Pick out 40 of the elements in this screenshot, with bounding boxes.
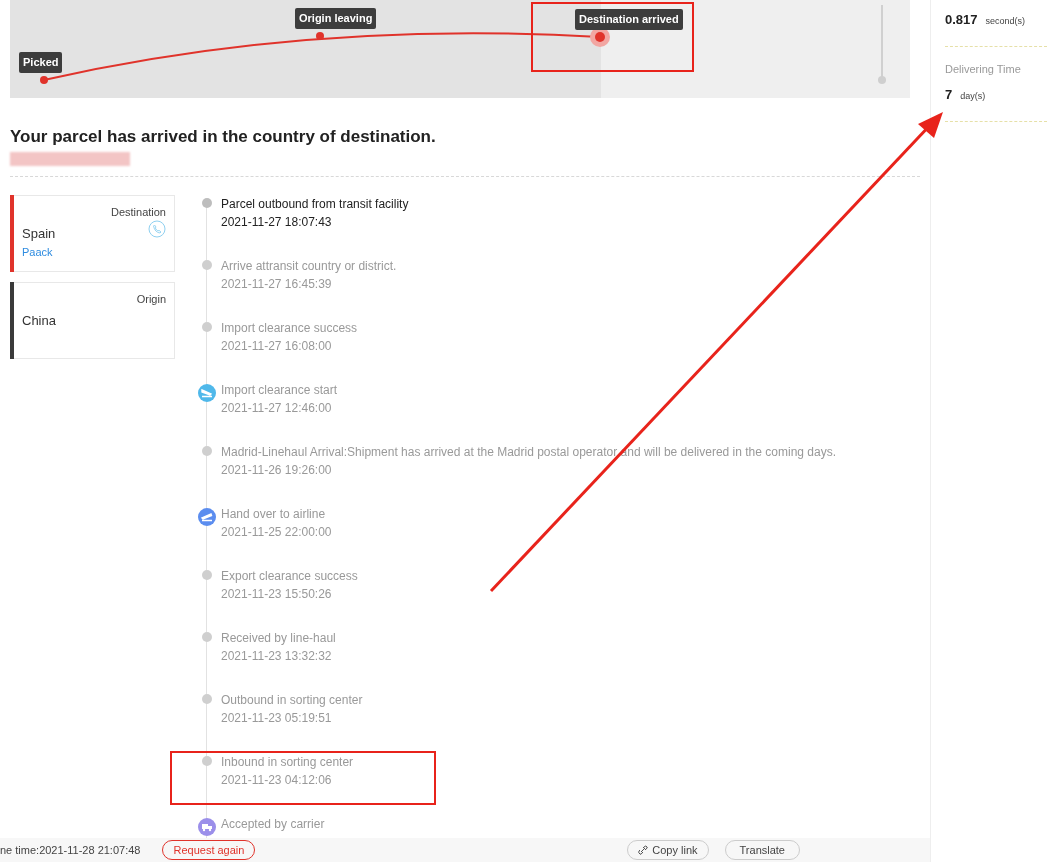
event-title: Inbound in sorting center (221, 753, 354, 771)
stat-unit: day(s) (960, 90, 986, 103)
truck-icon (198, 817, 216, 836)
country-name: Spain (22, 225, 56, 243)
stat-value: 7 (945, 86, 953, 104)
carrier-link[interactable]: Paack (22, 243, 56, 260)
place-caption: Origin (136, 291, 166, 307)
event-title: Arrive attransit country or district. (221, 257, 397, 275)
event-time: 2021-11-26 19:26:00 (221, 461, 333, 479)
event-title: Parcel outbound from transit facility (221, 195, 409, 213)
event-time: 2021-11-23 13:32:32 (221, 647, 333, 665)
event-time: 2021-11-27 12:46:00 (221, 399, 333, 417)
event-title: Import clearance success (221, 319, 358, 337)
link-icon (638, 845, 649, 855)
plane-icon (198, 507, 216, 526)
status-heading: Your parcel has arrived in the country of destination. (10, 126, 437, 148)
event-title: Outbound in sorting center (221, 691, 363, 709)
event-time: 2021-11-27 16:08:00 (221, 337, 333, 355)
stop-label: Picked (19, 52, 63, 73)
event-time: 2021-11-27 16:45:39 (221, 275, 333, 293)
place-caption: Destination (110, 204, 166, 220)
event-title: Accepted by carrier (221, 815, 325, 833)
event-title: Hand over to airline (221, 505, 327, 523)
event-time: 2021-11-27 18:07:43 (221, 213, 333, 231)
phone-icon[interactable] (148, 220, 166, 238)
stop-label: Destination arrived (575, 9, 683, 30)
event-time: 2021-11-23 05:19:51 (221, 709, 333, 727)
stat-label: Delivering Time (945, 61, 1022, 77)
event-title: Received by line-haul (221, 629, 336, 647)
stat-value: 0.817 (945, 11, 978, 29)
event-title: Import clearance start (221, 381, 338, 399)
plane-icon (198, 383, 216, 402)
event-time: 2021-11-23 15:50:26 (221, 585, 333, 603)
event-title: Export clearance success (221, 567, 358, 585)
stat-unit: second(s) (985, 15, 1026, 28)
country-name: China (22, 312, 56, 330)
event-time: 2021-11-25 22:00:00 (221, 523, 332, 541)
query-time: ne time:2021-11-28 21:07:48 (0, 842, 141, 858)
event-time: 2021-11-23 04:12:06 (221, 771, 333, 789)
stop-label: Origin leaving (295, 8, 377, 29)
